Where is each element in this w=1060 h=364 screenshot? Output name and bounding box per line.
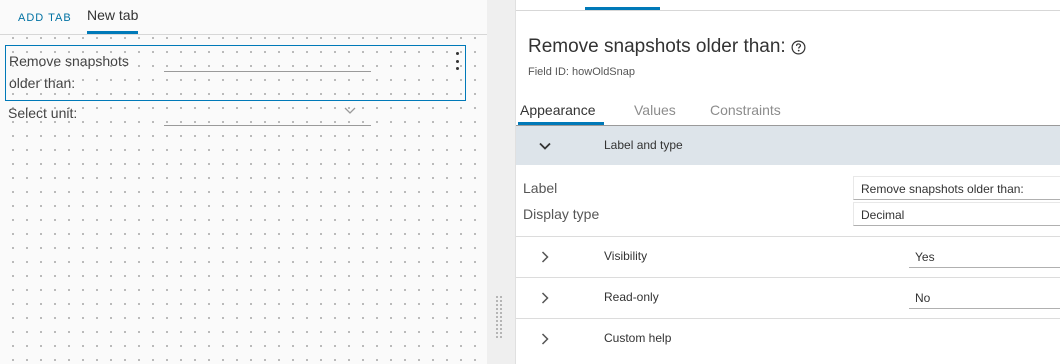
section-title: Read-only: [604, 290, 659, 304]
visibility-select[interactable]: Yes: [909, 244, 1060, 268]
display-type-caption: Display type: [523, 206, 600, 222]
tab-constraints[interactable]: Constraints: [710, 102, 781, 118]
section-custom-help[interactable]: Custom help: [516, 319, 1060, 359]
chevron-right-icon: [541, 333, 549, 345]
section-title: Visibility: [604, 249, 648, 263]
canvas-tab-bar: ADD TAB New tab: [0, 0, 487, 35]
section-title: Custom help: [604, 331, 672, 345]
top-tab-indicator: [585, 7, 660, 10]
field-input-line[interactable]: [164, 71, 371, 72]
tab-values[interactable]: Values: [634, 102, 676, 118]
properties-tab-bar: Appearance Values Constraints: [516, 98, 1060, 126]
label-caption: Label: [523, 180, 558, 196]
help-icon[interactable]: [791, 40, 806, 55]
section-visibility[interactable]: Visibility Yes: [516, 237, 1060, 277]
chevron-down-icon: [539, 142, 551, 150]
tab-new-tab[interactable]: New tab: [87, 7, 139, 34]
unit-label: Select unit:: [8, 105, 78, 121]
chevron-right-icon: [541, 251, 549, 263]
page-title: Remove snapshots older than:: [528, 36, 786, 57]
active-tab-underline: [518, 122, 604, 125]
label-input[interactable]: Remove snapshots older than:: [853, 176, 1060, 200]
properties-panel: Remove snapshots older than: Field ID: h…: [515, 0, 1060, 364]
unit-select-line[interactable]: [164, 125, 371, 126]
selected-field-container[interactable]: Remove snapshots older than:: [5, 45, 466, 101]
section-title: Label and type: [604, 138, 683, 152]
panel-splitter[interactable]: [487, 0, 515, 364]
chevron-down-icon[interactable]: [344, 104, 356, 116]
form-canvas[interactable]: ADD TAB New tab Remove snapshots older t…: [0, 0, 487, 364]
more-options-icon[interactable]: [454, 52, 460, 70]
section-read-only[interactable]: Read-only No: [516, 278, 1060, 318]
display-type-select[interactable]: Decimal: [853, 202, 1060, 226]
section-label-and-type[interactable]: Label and type: [516, 126, 1060, 165]
chevron-right-icon: [541, 292, 549, 304]
field-id: Field ID: howOldSnap: [528, 66, 635, 78]
drag-handle-icon[interactable]: [496, 296, 502, 338]
top-divider: [516, 10, 1060, 11]
read-only-select[interactable]: No: [909, 285, 1060, 309]
tab-appearance[interactable]: Appearance: [520, 102, 596, 118]
add-tab-button[interactable]: ADD TAB: [18, 12, 72, 24]
field-label: Remove snapshots older than:: [9, 53, 129, 91]
